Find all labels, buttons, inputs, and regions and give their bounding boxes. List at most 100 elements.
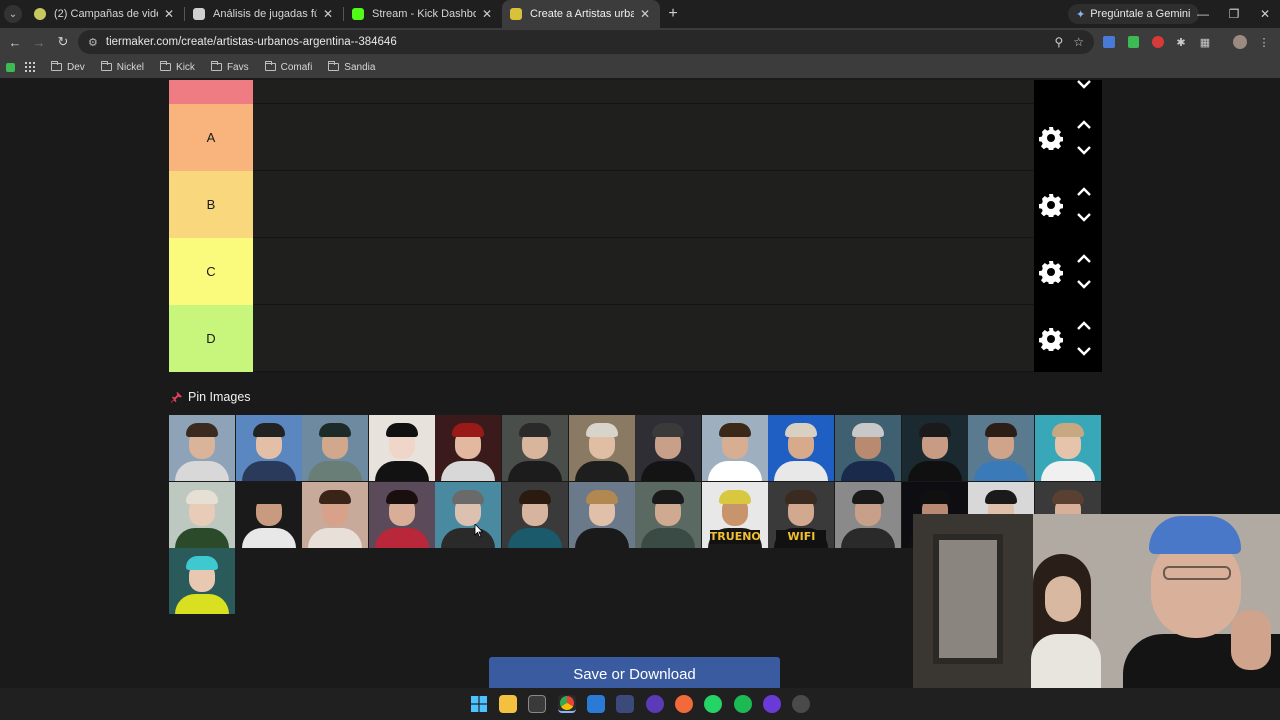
artist-image-thumb[interactable] xyxy=(435,415,502,481)
zoom-icon[interactable]: ⚲ xyxy=(1054,35,1063,49)
tab-title: Stream - Kick Dashboard xyxy=(372,8,476,20)
artist-image-thumb[interactable] xyxy=(235,415,302,481)
tab-2[interactable]: Stream - Kick Dashboard ✕ xyxy=(344,0,502,28)
site-info-icon[interactable]: ⚙ xyxy=(88,36,98,49)
artist-image-thumb[interactable] xyxy=(635,481,702,548)
tier-label[interactable]: A xyxy=(169,104,253,171)
sheets-extension-icon[interactable] xyxy=(1125,34,1141,50)
bookmark-green-icon[interactable] xyxy=(6,62,15,72)
bookmark-folder-dev[interactable]: Dev xyxy=(45,57,91,77)
extensions-puzzle-icon[interactable]: ▦ xyxy=(1197,34,1213,50)
close-icon[interactable]: ✕ xyxy=(162,7,176,21)
artist-image-thumb[interactable] xyxy=(568,415,635,481)
spotify-icon[interactable] xyxy=(734,695,752,713)
minimize-icon[interactable]: — xyxy=(1188,0,1218,28)
app-icon[interactable] xyxy=(792,695,810,713)
artist-image-thumb[interactable] xyxy=(502,481,568,548)
new-tab-button[interactable]: + xyxy=(660,5,686,23)
save-or-download-button[interactable]: Save or Download xyxy=(489,657,780,688)
restore-icon[interactable]: ❐ xyxy=(1219,0,1249,28)
tier-drop-zone[interactable] xyxy=(253,80,1034,104)
artist-image-thumb[interactable] xyxy=(635,415,702,481)
bookmark-folder-sandia[interactable]: Sandia xyxy=(322,57,381,77)
artist-image-thumb[interactable]: WIFI xyxy=(768,481,835,548)
gear-icon[interactable] xyxy=(1039,327,1063,351)
close-icon[interactable]: ✕ xyxy=(321,7,335,21)
chevron-up-icon[interactable] xyxy=(1076,119,1092,131)
chevron-down-icon[interactable] xyxy=(1076,211,1092,223)
close-window-icon[interactable]: ✕ xyxy=(1250,0,1280,28)
artist-image-thumb[interactable] xyxy=(901,415,968,481)
obs-icon[interactable] xyxy=(763,695,781,713)
browser-menu-icon[interactable]: ⋮ xyxy=(1256,34,1272,50)
settings-extension-icon[interactable]: ✱ xyxy=(1173,34,1189,50)
github-icon[interactable] xyxy=(646,695,664,713)
profile-avatar-icon[interactable] xyxy=(1232,34,1248,50)
tab-0[interactable]: (2) Campañas de videos ✕ xyxy=(26,0,184,28)
whatsapp-icon[interactable] xyxy=(704,695,722,713)
chrome-icon[interactable] xyxy=(558,695,576,713)
artist-image-thumb[interactable] xyxy=(302,481,369,548)
tier-row: D xyxy=(169,305,1102,372)
address-bar[interactable]: ⚙ tiermaker.com/create/artistas-urbanos-… xyxy=(78,30,1094,54)
tier-label[interactable]: B xyxy=(169,171,253,238)
forward-arrow-icon[interactable]: → xyxy=(27,30,51,54)
chevron-down-icon[interactable] xyxy=(1076,345,1092,357)
artist-image-thumb[interactable] xyxy=(302,415,369,481)
tier-drop-zone[interactable] xyxy=(253,305,1034,372)
chevron-up-icon[interactable] xyxy=(1076,320,1092,332)
artist-image-thumb[interactable] xyxy=(368,481,435,548)
vscode-icon[interactable] xyxy=(587,695,605,713)
red-extension-icon[interactable] xyxy=(1150,34,1166,50)
postman-icon[interactable] xyxy=(675,695,693,713)
tier-label[interactable] xyxy=(169,80,253,104)
bookmark-folder-favs[interactable]: Favs xyxy=(205,57,255,77)
artist-image-thumb[interactable] xyxy=(1034,415,1101,481)
artist-image-thumb[interactable] xyxy=(768,415,835,481)
gear-icon[interactable] xyxy=(1039,260,1063,284)
gear-icon[interactable] xyxy=(1039,126,1063,150)
tab-1[interactable]: Análisis de jugadas fútbol ✕ xyxy=(185,0,343,28)
artist-image-thumb[interactable] xyxy=(701,415,768,481)
chevron-up-icon[interactable] xyxy=(1076,253,1092,265)
close-icon[interactable]: ✕ xyxy=(638,7,652,21)
artist-image-thumb[interactable] xyxy=(568,481,635,548)
artist-image-thumb[interactable] xyxy=(835,415,901,481)
chevron-down-icon[interactable] xyxy=(1076,144,1092,156)
gear-icon[interactable] xyxy=(1039,193,1063,217)
back-arrow-icon[interactable]: ← xyxy=(3,30,27,54)
tier-label[interactable]: D xyxy=(169,305,253,372)
translate-extension-icon[interactable] xyxy=(1101,34,1117,50)
bookmark-star-icon[interactable]: ☆ xyxy=(1073,35,1084,49)
artist-image-thumb[interactable] xyxy=(835,481,901,548)
apps-grid-icon[interactable] xyxy=(25,62,35,72)
artist-image-thumb[interactable] xyxy=(502,415,568,481)
tier-drop-zone[interactable] xyxy=(253,171,1034,238)
artist-image-thumb[interactable] xyxy=(169,415,235,481)
gemini-button[interactable]: ✦ Pregúntale a Gemini xyxy=(1068,4,1199,24)
artist-image-thumb[interactable] xyxy=(235,481,302,548)
reload-icon[interactable]: ↻ xyxy=(51,30,75,54)
file-explorer-icon[interactable] xyxy=(499,695,517,713)
tier-label[interactable]: C xyxy=(169,238,253,305)
visual-studio-icon[interactable] xyxy=(616,695,634,713)
tier-drop-zone[interactable] xyxy=(253,104,1034,171)
bookmark-folder-comafi[interactable]: Comafi xyxy=(259,57,319,77)
windows-start-icon[interactable] xyxy=(470,695,488,713)
artist-image-thumb[interactable] xyxy=(368,415,435,481)
chevron-up-icon[interactable] xyxy=(1076,186,1092,198)
chevron-down-icon[interactable] xyxy=(1076,278,1092,290)
tab-search-button[interactable]: ⌄ xyxy=(0,0,26,28)
store-icon[interactable] xyxy=(528,695,546,713)
chevron-down-icon[interactable] xyxy=(1076,80,1092,90)
artist-image-thumb[interactable] xyxy=(169,548,235,615)
artist-image-thumb[interactable] xyxy=(968,415,1035,481)
bookmark-folder-nickel[interactable]: Nickel xyxy=(95,57,150,77)
close-icon[interactable]: ✕ xyxy=(480,7,494,21)
tier-drop-zone[interactable] xyxy=(253,238,1034,305)
artist-image-thumb[interactable]: TRUENO xyxy=(701,481,768,548)
bookmark-folder-kick[interactable]: Kick xyxy=(154,57,201,77)
tab-3-active[interactable]: Create a Artistas urbanos Argen ✕ xyxy=(502,0,660,28)
artist-image-thumb[interactable] xyxy=(435,481,502,548)
artist-image-thumb[interactable] xyxy=(169,481,235,548)
